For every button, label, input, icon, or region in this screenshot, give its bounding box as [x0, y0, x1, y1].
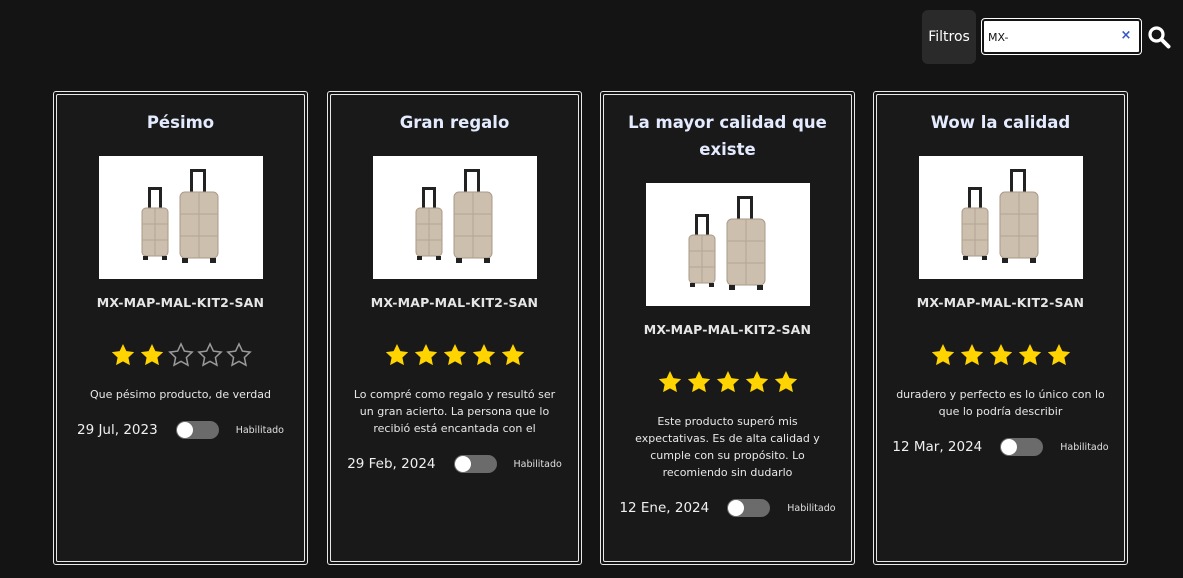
product-image [645, 183, 810, 306]
toggle-knob [1001, 439, 1018, 455]
star-empty-icon [225, 342, 252, 367]
review-text: Que pésimo producto, de verdad [90, 388, 271, 401]
product-image [918, 156, 1083, 279]
review-card: Pésimo MX-MAP-MAL-KIT2-SAN Que pésimo pr… [53, 91, 308, 565]
card-footer: 12 Mar, 2024 Habilitado [892, 438, 1109, 456]
star-empty-icon [196, 342, 223, 367]
star-filled-icon [716, 370, 739, 393]
review-card: La mayor calidad que existe MX-MAP-MAL-K… [600, 91, 855, 565]
toggle-label: Habilitado [787, 502, 836, 514]
star-filled-icon [774, 370, 797, 393]
search-icon [1148, 26, 1171, 49]
review-date: 12 Ene, 2024 [619, 500, 710, 516]
review-title: Pésimo [146, 113, 215, 132]
product-image [98, 156, 263, 279]
review-card: Gran regalo MX-MAP-MAL-KIT2-SAN Lo compr… [327, 91, 582, 565]
review-text: duradero y perfecto es lo único con lo q… [896, 388, 1105, 418]
luggage-set-icon [415, 168, 492, 263]
star-filled-icon [1018, 343, 1041, 366]
star-filled-icon [140, 343, 163, 366]
star-filled-icon [989, 343, 1012, 366]
reviews-page: Filtros × Pésimo MX-MAP-MAL-KIT2-SAN Que… [0, 0, 1183, 578]
luggage-set-icon [688, 195, 765, 290]
review-text: Lo compré como regalo y resultó ser un g… [353, 388, 556, 435]
toggle-label: Habilitado [513, 458, 562, 470]
star-filled-icon [501, 343, 524, 366]
star-filled-icon [931, 343, 954, 366]
review-date: 29 Feb, 2024 [347, 456, 436, 472]
star-empty-icon [167, 342, 194, 367]
review-title: Gran regalo [399, 113, 510, 132]
star-filled-icon [385, 343, 408, 366]
star-rating [384, 342, 526, 368]
card-footer: 12 Ene, 2024 Habilitado [619, 499, 836, 517]
enabled-toggle[interactable] [727, 499, 771, 517]
toggle-knob [176, 422, 193, 438]
product-image [372, 156, 537, 279]
star-filled-icon [745, 370, 768, 393]
filters-button[interactable]: Filtros [922, 10, 976, 64]
product-sku: MX-MAP-MAL-KIT2-SAN [370, 295, 539, 310]
search-box: × [981, 18, 1142, 55]
product-sku: MX-MAP-MAL-KIT2-SAN [916, 295, 1085, 310]
enabled-toggle[interactable] [1000, 438, 1044, 456]
toggle-label: Habilitado [1060, 441, 1109, 453]
star-filled-icon [960, 343, 983, 366]
review-text: Este producto superó mis expectativas. E… [635, 415, 820, 479]
star-filled-icon [414, 343, 437, 366]
search-input[interactable] [988, 27, 1116, 47]
star-filled-icon [658, 370, 681, 393]
luggage-set-icon [141, 168, 218, 263]
review-card: Wow la calidad MX-MAP-MAL-KIT2-SAN durad… [873, 91, 1128, 565]
toggle-knob [728, 500, 745, 516]
review-title: La mayor calidad que existe [628, 113, 827, 159]
star-rating [110, 342, 252, 368]
card-footer: 29 Feb, 2024 Habilitado [347, 455, 562, 473]
star-filled-icon [443, 343, 466, 366]
product-sku: MX-MAP-MAL-KIT2-SAN [96, 295, 265, 310]
card-footer: 29 Jul, 2023 Habilitado [77, 421, 284, 439]
enabled-toggle[interactable] [453, 455, 497, 473]
star-filled-icon [111, 343, 134, 366]
star-filled-icon [472, 343, 495, 366]
enabled-toggle[interactable] [175, 421, 219, 439]
review-title: Wow la calidad [930, 113, 1071, 132]
toggle-knob [454, 456, 471, 472]
search-button[interactable] [1144, 20, 1174, 54]
review-date: 29 Jul, 2023 [76, 422, 158, 438]
star-rating [657, 369, 799, 395]
luggage-set-icon [961, 168, 1038, 263]
review-date: 12 Mar, 2024 [892, 439, 983, 455]
clear-icon[interactable]: × [1119, 27, 1133, 45]
star-filled-icon [687, 370, 710, 393]
product-sku: MX-MAP-MAL-KIT2-SAN [643, 322, 812, 337]
star-filled-icon [1047, 343, 1070, 366]
toggle-label: Habilitado [235, 424, 284, 436]
star-rating [930, 342, 1072, 368]
